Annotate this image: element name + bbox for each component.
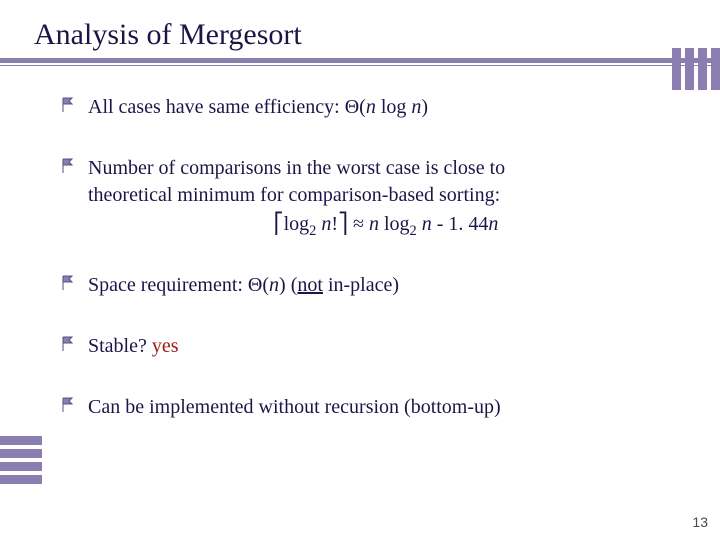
title-underline [0, 58, 720, 68]
answer-yes: yes [152, 335, 179, 357]
bullet-item: Number of comparisons in the worst case … [60, 155, 684, 238]
bullet-text: Stable? yes [88, 335, 179, 357]
bullet-text: All cases have same efficiency: Θ(n log … [88, 96, 428, 118]
flag-icon [60, 335, 78, 353]
bullet-list: All cases have same efficiency: Θ(n log … [60, 94, 684, 421]
bullet-text: Can be implemented without recursion (bo… [88, 396, 501, 418]
bullet-item: Can be implemented without recursion (bo… [60, 394, 684, 421]
decor-stripes-bottom-left [0, 436, 42, 484]
decor-stripes-top-right [672, 48, 720, 90]
bullet-text: Number of comparisons in the worst case … [88, 155, 684, 238]
bullet-item: Stable? yes [60, 333, 684, 360]
slide: Analysis of Mergesort All cases have sam… [0, 0, 720, 540]
formula: ⎡log2 n!⎤ ≈ n log2 n - 1. 44n [88, 211, 684, 238]
slide-title: Analysis of Mergesort [34, 18, 684, 52]
flag-icon [60, 157, 78, 175]
flag-icon [60, 96, 78, 114]
page-number: 13 [692, 514, 708, 530]
bullet-item: Space requirement: Θ(n) (not in-place) [60, 272, 684, 299]
flag-icon [60, 396, 78, 414]
flag-icon [60, 274, 78, 292]
bullet-item: All cases have same efficiency: Θ(n log … [60, 94, 684, 121]
bullet-text: Space requirement: Θ(n) (not in-place) [88, 274, 399, 296]
